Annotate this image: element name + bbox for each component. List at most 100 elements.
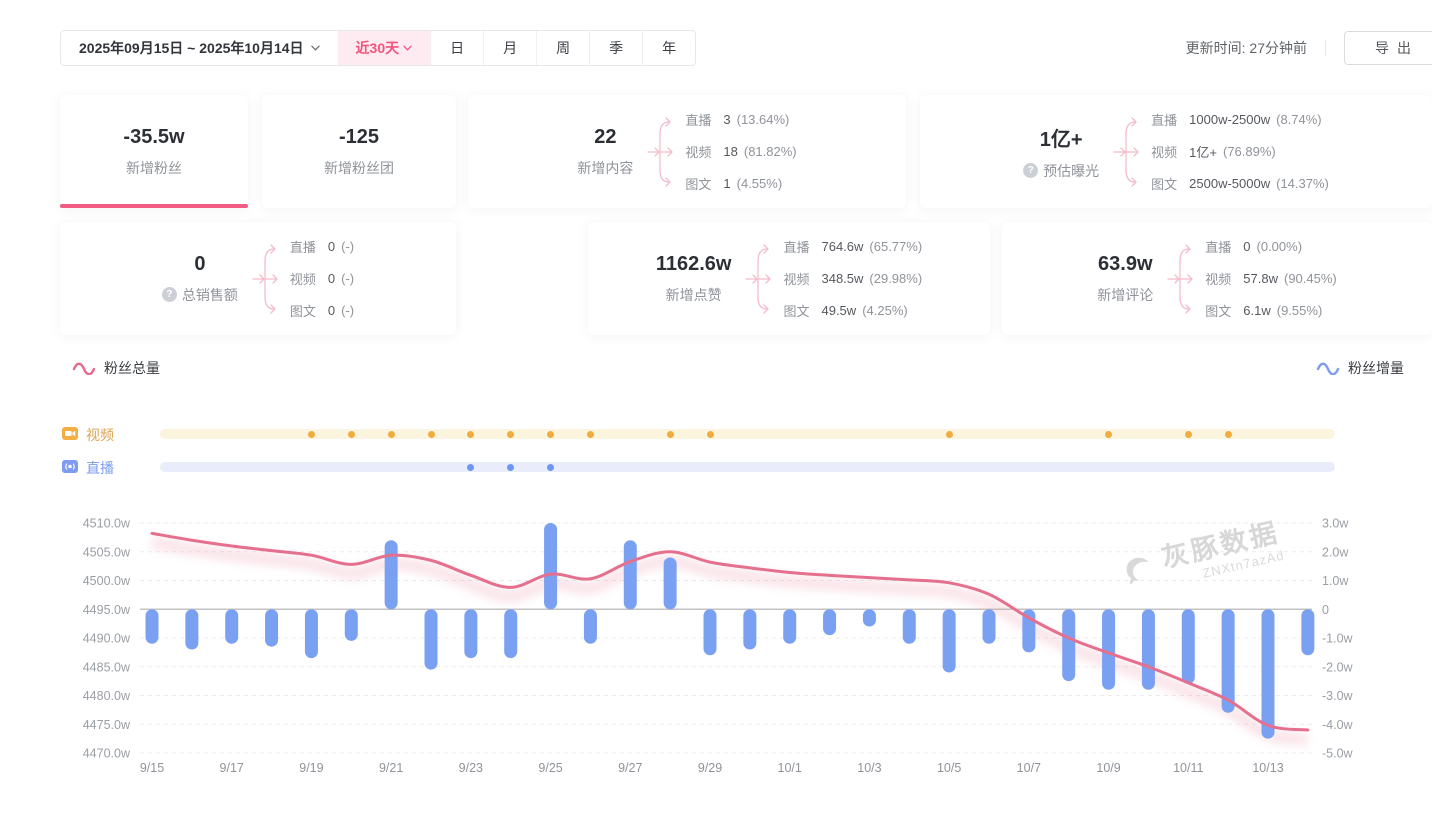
breakdown-value: 1 — [723, 176, 730, 191]
video-day-dot[interactable] — [308, 431, 315, 438]
breakdown-name: 直播 — [1151, 110, 1177, 129]
analytics-dashboard: 2025年09月15日 ~ 2025年10月14日 近30天 日 月 周 季 年… — [0, 0, 1432, 832]
stat-value: -125 — [339, 126, 379, 149]
breakdown-row: 直播 1000w-2500w (8.74%) — [1151, 111, 1329, 129]
stat-value: 1162.6w — [656, 253, 732, 276]
fans-delta-bar — [464, 609, 477, 658]
breakdown-name: 图文 — [783, 301, 809, 320]
date-range-control: 2025年09月15日 ~ 2025年10月14日 近30天 日 月 周 季 年 — [60, 30, 696, 66]
right-axis-tick: -5.0w — [1322, 747, 1354, 761]
breakdown-row: 直播0(-) — [290, 238, 354, 256]
breakdown-name: 图文 — [685, 174, 711, 193]
help-icon[interactable] — [162, 287, 177, 302]
chevron-down-icon — [403, 45, 412, 51]
breakdown-value: 3 — [723, 112, 730, 127]
tab-year[interactable]: 年 — [642, 31, 695, 65]
divider — [1325, 40, 1326, 56]
fans-delta-bar — [305, 609, 318, 658]
stat-card-new-likes[interactable]: 1162.6w 新增点赞 直播764.6w(65.77%) 视频348.5w(2… — [588, 222, 990, 335]
fans-trend-chart[interactable]: 4510.0w3.0w4505.0w2.0w4500.0w1.0w4495.0w… — [0, 500, 1432, 812]
date-range-picker[interactable]: 2025年09月15日 ~ 2025年10月14日 — [61, 31, 338, 65]
fans-delta-bar — [1142, 609, 1155, 690]
x-axis-tick: 10/1 — [778, 761, 802, 775]
export-button[interactable]: 导出 — [1344, 31, 1432, 65]
active-tab-underline — [60, 204, 248, 208]
left-axis-tick: 4470.0w — [83, 747, 131, 761]
breakdown-name: 视频 — [1151, 142, 1177, 161]
timeline-live-label: 直播 — [86, 458, 114, 478]
video-day-dot[interactable] — [946, 431, 953, 438]
stat-card-total-sales[interactable]: 0 总销售额 直播0(-) 视频0(-) 图文0(-) — [60, 222, 456, 335]
right-axis-tick: 1.0w — [1322, 574, 1349, 588]
legend-fans-delta[interactable]: 粉丝增量 — [1316, 358, 1404, 378]
timeline-live-track[interactable] — [160, 462, 1335, 472]
left-axis-tick: 4490.0w — [83, 632, 131, 646]
x-axis-tick: 10/5 — [937, 761, 961, 775]
breakdown-value: 764.6w — [821, 239, 863, 254]
stat-label: 新增粉丝 — [126, 158, 182, 178]
tab-season[interactable]: 季 — [589, 31, 642, 65]
video-day-dot[interactable] — [587, 431, 594, 438]
breakdown-name: 直播 — [1205, 237, 1231, 256]
timeline-video-track[interactable] — [160, 429, 1335, 439]
x-axis-tick: 9/17 — [220, 761, 244, 775]
right-axis-tick: -2.0w — [1322, 660, 1354, 674]
video-day-dot[interactable] — [1105, 431, 1112, 438]
fans-total-line-glow — [152, 542, 1308, 739]
update-time: 更新时间: 27分钟前 — [1186, 38, 1307, 58]
breakdown-pct: (13.64%) — [737, 112, 790, 127]
video-day-dot[interactable] — [667, 431, 674, 438]
breakdown-name: 视频 — [685, 142, 711, 161]
breakdown-value: 0 — [328, 303, 335, 318]
x-axis-tick: 10/7 — [1017, 761, 1041, 775]
breakdown-row: 视频18(81.82%) — [685, 143, 796, 161]
video-day-dot[interactable] — [428, 431, 435, 438]
video-day-dot[interactable] — [547, 431, 554, 438]
breakdown-pct: (76.89%) — [1223, 144, 1276, 159]
video-day-dot[interactable] — [707, 431, 714, 438]
live-day-dot[interactable] — [507, 464, 514, 471]
stat-card-new-fans[interactable]: -35.5w 新增粉丝 — [60, 95, 248, 208]
breakdown-pct: (9.55%) — [1277, 303, 1323, 318]
breakdown-connector — [745, 235, 775, 323]
breakdown-row: 图文1(4.55%) — [685, 175, 796, 193]
video-day-dot[interactable] — [1225, 431, 1232, 438]
quick-range-tab[interactable]: 近30天 — [338, 31, 431, 65]
breakdown-row: 视频1亿+(76.89%) — [1151, 143, 1329, 161]
fans-delta-bar — [345, 609, 358, 641]
breakdown-name: 视频 — [783, 269, 809, 288]
breakdown-name: 直播 — [290, 237, 316, 256]
breakdown-value: 6.1w — [1243, 303, 1270, 318]
tab-week[interactable]: 周 — [536, 31, 589, 65]
breakdown-value: 1000w-2500w — [1189, 112, 1270, 127]
fans-delta-bar — [664, 558, 677, 610]
right-axis-tick: 0 — [1322, 603, 1329, 617]
video-day-dot[interactable] — [507, 431, 514, 438]
breakdown-pct: (8.74%) — [1276, 112, 1322, 127]
fans-delta-bars[interactable] — [146, 523, 1315, 739]
tab-day[interactable]: 日 — [430, 31, 483, 65]
fans-delta-bar — [743, 609, 756, 649]
video-day-dot[interactable] — [1185, 431, 1192, 438]
fans-delta-bar — [265, 609, 278, 646]
tab-month[interactable]: 月 — [483, 31, 536, 65]
fans-delta-bar — [863, 609, 876, 626]
stat-card-estimated-exposure[interactable]: 1亿+ 预估曝光 直播1000w-2500w(8.74%) 视频1亿+(76.8… — [920, 95, 1432, 208]
right-axis-tick: 3.0w — [1322, 517, 1349, 531]
video-day-dot[interactable] — [348, 431, 355, 438]
fans-delta-bar — [1102, 609, 1115, 690]
legend-fans-total[interactable]: 粉丝总量 — [72, 358, 160, 378]
video-day-dot[interactable] — [388, 431, 395, 438]
left-axis-tick: 4485.0w — [83, 660, 131, 674]
stat-card-new-fan-club[interactable]: -125 新增粉丝团 — [262, 95, 456, 208]
x-axis-tick: 9/19 — [299, 761, 323, 775]
fans-delta-bar — [584, 609, 597, 644]
stat-card-new-content[interactable]: 22 新增内容 直播3(13.64%) 视频18(81.82%) 图文1(4.5… — [468, 95, 906, 208]
help-icon[interactable] — [1023, 163, 1038, 178]
video-day-dot[interactable] — [467, 431, 474, 438]
live-day-dot[interactable] — [467, 464, 474, 471]
live-day-dot[interactable] — [547, 464, 554, 471]
breakdown-pct: (-) — [341, 271, 354, 286]
breakdown-name: 图文 — [1205, 301, 1231, 320]
stat-card-new-comments[interactable]: 63.9w 新增评论 直播0(0.00%) 视频57.8w(90.45%) 图文… — [1002, 222, 1432, 335]
